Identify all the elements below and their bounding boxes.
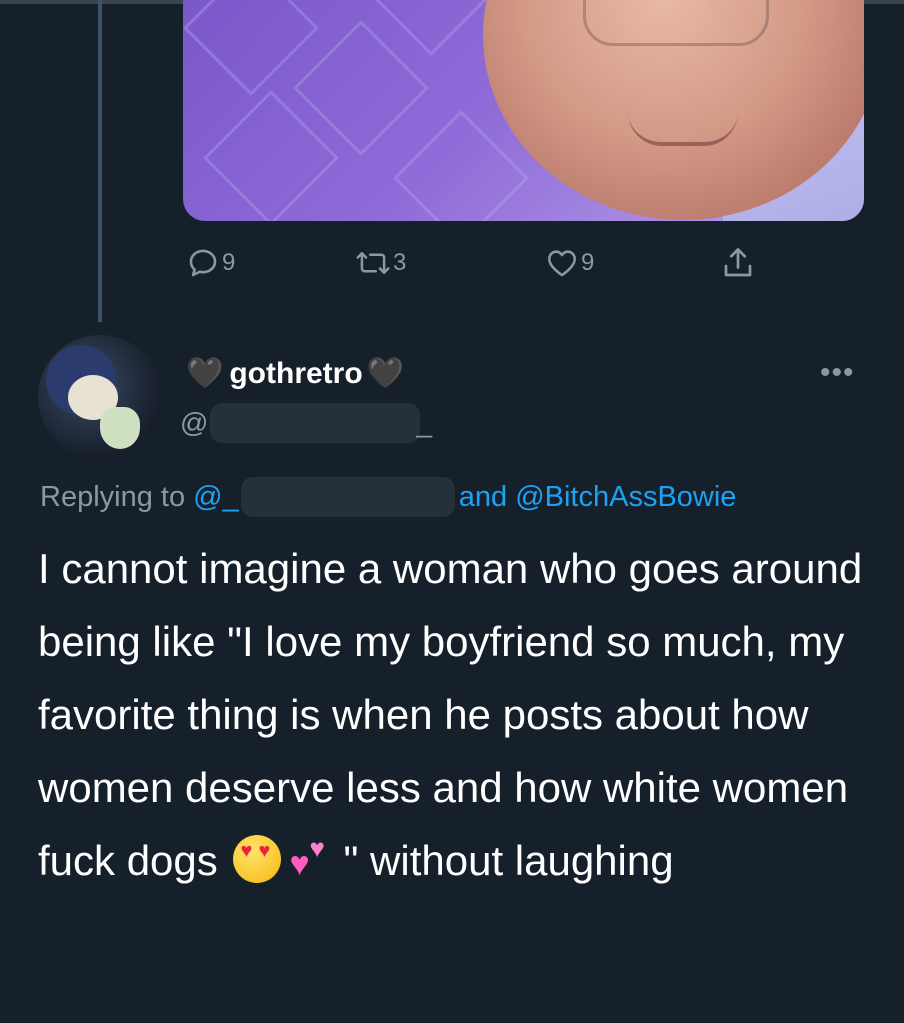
redacted-handle <box>210 403 421 443</box>
retweet-icon <box>356 252 390 274</box>
user-name-row[interactable]: 🖤 gothretro 🖤 <box>186 352 404 396</box>
share-icon <box>724 248 752 277</box>
reply-count: 9 <box>222 249 236 276</box>
more-icon: ••• <box>820 356 855 389</box>
black-heart-emoji-icon: 🖤 <box>186 357 224 390</box>
like-button[interactable]: 9 <box>545 243 594 283</box>
replying-to-mention-second[interactable]: @BitchAssBowie <box>515 481 736 514</box>
reply-icon <box>189 249 217 277</box>
reply-button[interactable]: 9 <box>186 243 235 283</box>
display-name: gothretro <box>229 357 363 390</box>
replying-to-line: Replying to @_ and @BitchAssBowie <box>40 473 736 521</box>
photo-mouth <box>628 112 738 146</box>
like-count: 9 <box>581 249 595 276</box>
tweet-text-main: I cannot imagine a woman who goes around… <box>38 545 874 884</box>
parent-tweet-action-bar: 9 3 9 <box>0 243 904 283</box>
black-heart-emoji-icon: 🖤 <box>366 357 405 390</box>
replying-to-mention-first[interactable]: @_ <box>193 481 239 514</box>
handle-suffix: _ <box>416 407 433 438</box>
redacted-mention <box>240 477 455 517</box>
more-options-button[interactable]: ••• <box>820 358 855 388</box>
tweet-text-end: " without laughing <box>343 837 674 884</box>
heart-eyes-emoji-icon <box>233 835 282 883</box>
retweet-count: 3 <box>393 249 407 276</box>
handle-prefix: @ <box>180 407 209 438</box>
avatar-hand <box>100 407 140 449</box>
two-hearts-emoji-icon: ♥ ♥ <box>289 833 325 883</box>
retweet-button[interactable]: 3 <box>355 243 406 283</box>
replying-to-and: and <box>458 480 508 513</box>
tweet-body: I cannot imagine a woman who goes around… <box>38 532 888 897</box>
parent-tweet-media-image[interactable] <box>183 0 864 221</box>
photo-glasses <box>583 0 769 46</box>
twitter-thread-screenshot: 9 3 9 🖤 gothretro 🖤 ••• @ _ Replying to … <box>0 0 904 1023</box>
like-icon <box>547 250 577 277</box>
share-button[interactable] <box>720 243 756 283</box>
replying-to-label: Replying to <box>40 480 186 513</box>
user-handle[interactable]: @ _ <box>180 403 432 443</box>
user-avatar[interactable] <box>38 335 162 459</box>
